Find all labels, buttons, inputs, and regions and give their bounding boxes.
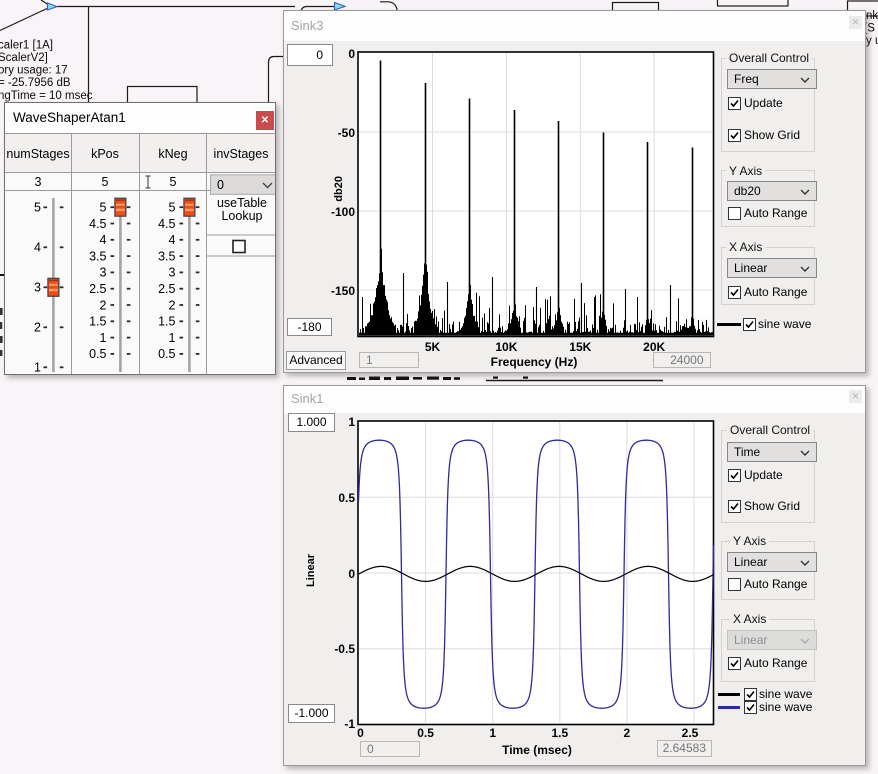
svg-text:1: 1 (34, 361, 41, 374)
svg-text:kNeg: kNeg (158, 147, 187, 161)
svg-text:2: 2 (100, 298, 107, 312)
svg-text:3.5: 3.5 (89, 249, 106, 263)
svg-text:1.5: 1.5 (158, 315, 175, 329)
svg-text:= -25.7956 dB: = -25.7956 dB (0, 77, 71, 89)
svg-text:4.5: 4.5 (158, 217, 175, 231)
svg-text:2.5: 2.5 (158, 282, 175, 296)
svg-text:3: 3 (169, 266, 176, 280)
svg-text:4: 4 (34, 241, 41, 255)
svg-text:nk[: nk[ (866, 10, 878, 22)
svg-text:5: 5 (169, 201, 176, 215)
svg-text:0: 0 (217, 178, 224, 192)
svg-text:2: 2 (169, 298, 176, 312)
svg-text:3.5: 3.5 (158, 249, 175, 263)
svg-text:invStages: invStages (214, 147, 269, 161)
svg-text:4: 4 (100, 233, 107, 247)
svg-text:ngTime = 10 msec: ngTime = 10 msec (0, 90, 93, 102)
svg-text:3: 3 (34, 281, 41, 295)
svg-text:3: 3 (100, 266, 107, 280)
svg-text:caler1 [1A]: caler1 [1A] (0, 40, 53, 52)
svg-text:2.5: 2.5 (89, 282, 106, 296)
svg-text:1: 1 (169, 331, 176, 345)
svg-text:0.5: 0.5 (89, 347, 106, 361)
svg-text:Lookup: Lookup (221, 209, 262, 223)
svg-text:kPos: kPos (91, 147, 119, 161)
svg-text:1.5: 1.5 (89, 315, 106, 329)
svg-text:5: 5 (170, 175, 177, 189)
svg-text:0.5: 0.5 (158, 347, 175, 361)
svg-text:5: 5 (34, 201, 41, 215)
svg-text:5: 5 (102, 175, 109, 189)
svg-text:3: 3 (35, 175, 42, 189)
svg-text:5: 5 (100, 201, 107, 215)
svg-text:numStages: numStages (6, 147, 69, 161)
svg-text:4.5: 4.5 (89, 217, 106, 231)
svg-text:2: 2 (34, 321, 41, 335)
svg-text:4: 4 (169, 233, 176, 247)
svg-text:1: 1 (100, 331, 107, 345)
svg-text:ScalerV2]: ScalerV2] (0, 52, 48, 64)
svg-text:ory usage: 17: ory usage: 17 (0, 65, 68, 77)
svg-text:y u: y u (866, 35, 878, 47)
svg-text:useTable: useTable (217, 196, 267, 210)
